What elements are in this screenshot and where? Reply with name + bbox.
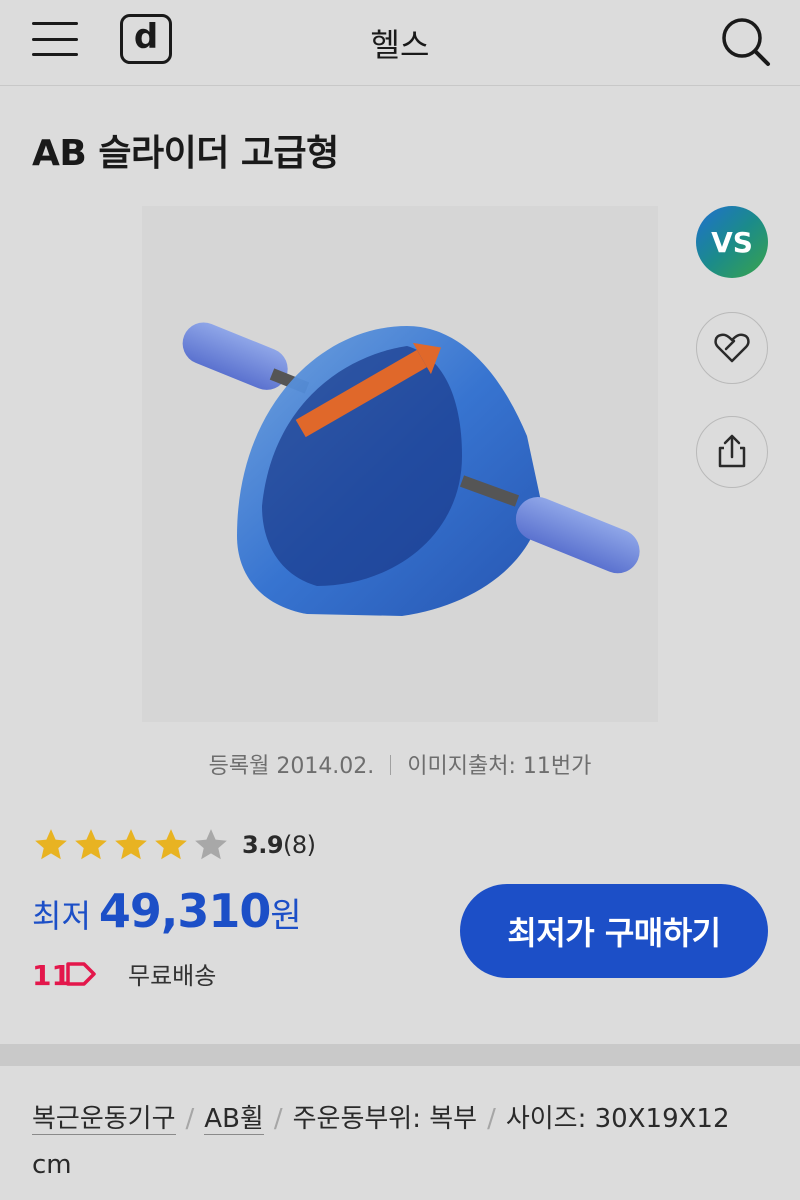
price-value: 49,310 xyxy=(98,884,272,938)
header-title: 헬스 xyxy=(370,26,430,64)
product-tags: 복근운동기구 / AB휠 / 주운동부위: 복부 / 사이즈: 30X19X12 cm xyxy=(32,1096,772,1188)
tag-separator: / xyxy=(487,1104,496,1134)
rating-score: 3.9 xyxy=(242,831,284,859)
image-source: 이미지출처: 11번가 xyxy=(407,754,592,779)
star-filled-icon xyxy=(75,829,107,860)
buy-lowest-price-button[interactable]: 최저가 구매하기 xyxy=(460,884,768,978)
shop-logo-text: 11 xyxy=(32,959,71,989)
product-image[interactable] xyxy=(142,206,658,722)
registered-date: 등록월 2014.02. xyxy=(208,754,375,779)
wishlist-heart-icon[interactable] xyxy=(696,312,768,384)
tag-separator: / xyxy=(185,1104,195,1134)
search-icon[interactable] xyxy=(718,14,772,68)
compare-vs-button[interactable]: VS xyxy=(696,206,768,278)
tag-separator: / xyxy=(273,1104,283,1134)
product-tag: 주운동부위: 복부 xyxy=(292,1104,478,1134)
star-filled-icon xyxy=(115,829,147,860)
product-title: AB 슬라이더 고급형 xyxy=(32,133,339,174)
meta-divider xyxy=(390,755,392,775)
price-row: 최저 49,310 원 xyxy=(32,884,302,938)
star-filled-icon xyxy=(155,829,187,860)
section-divider xyxy=(0,1044,800,1066)
shipping-text: 무료배송 xyxy=(128,962,217,990)
shop-11st-logo-icon: 11 xyxy=(32,959,96,989)
star-empty-icon xyxy=(195,829,227,860)
rating-summary: 3.9(8) xyxy=(242,831,316,859)
rating-stars xyxy=(32,826,230,864)
product-tag[interactable]: AB휠 xyxy=(204,1104,264,1135)
share-icon[interactable] xyxy=(696,416,768,488)
product-meta: 등록월 2014.02. 이미지출처: 11번가 xyxy=(0,748,800,780)
product-tag[interactable]: 복근운동기구 xyxy=(32,1104,176,1135)
star-filled-icon xyxy=(35,829,67,860)
rating-row[interactable]: 3.9(8) xyxy=(32,826,316,864)
shipping-row: 11 무료배송 xyxy=(32,956,216,991)
review-count: (8) xyxy=(283,831,316,859)
price-label: 최저 xyxy=(32,897,91,935)
top-header: d 헬스 xyxy=(0,0,800,86)
ab-slider-illustration xyxy=(182,322,640,616)
price-unit: 원 xyxy=(270,896,302,936)
